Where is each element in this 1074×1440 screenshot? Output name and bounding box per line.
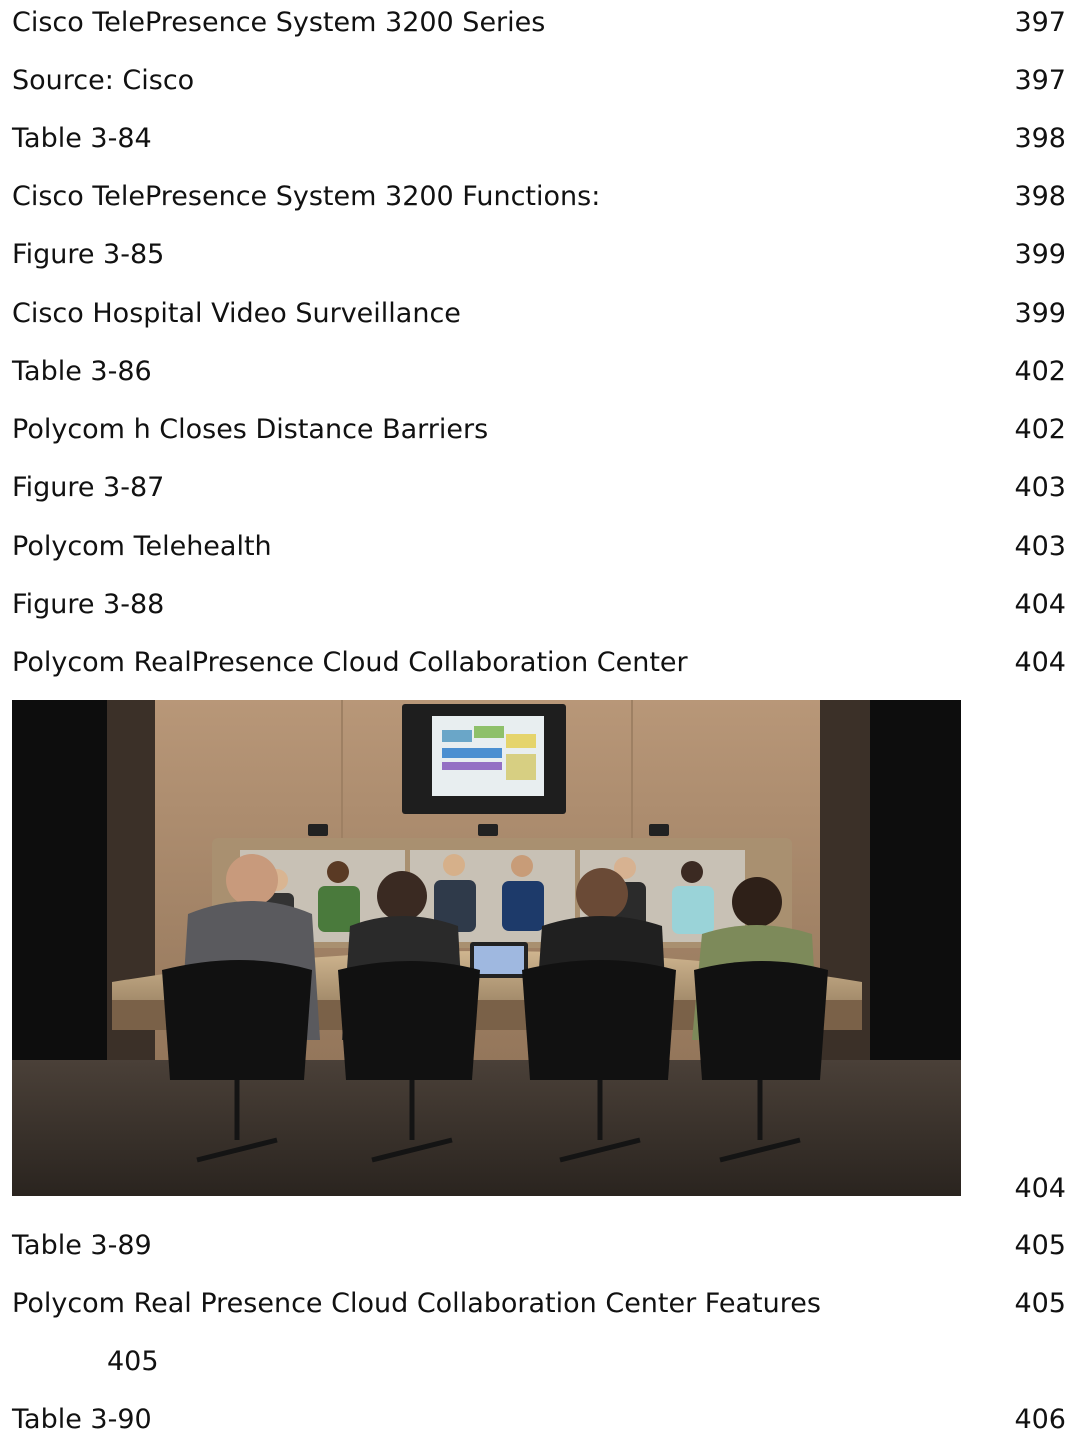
toc-entry[interactable]: Polycom Real Presence Cloud Collaboratio…: [12, 1284, 1066, 1324]
toc-entry-page: 398: [1014, 123, 1066, 154]
toc-entry-page: 397: [1014, 65, 1066, 96]
toc-entry[interactable]: Figure 3-87 403: [12, 468, 1066, 508]
toc-entry[interactable]: Table 3-90 406: [12, 1400, 1066, 1440]
toc-entry-label: Figure 3-85: [12, 239, 165, 270]
toc-entry-label: Table 3-84: [12, 123, 152, 154]
toc-entry-label: Cisco TelePresence System 3200 Functions…: [12, 181, 601, 212]
image-page-number: 404: [1014, 1173, 1066, 1204]
toc-entry-page: 403: [1014, 531, 1066, 562]
toc-entry-page: 399: [1014, 239, 1066, 270]
toc-entry[interactable]: Polycom Telehealth 403: [12, 527, 1066, 567]
toc-entry-label: Polycom Telehealth: [12, 531, 272, 562]
toc-entry-page: 405: [1014, 1288, 1066, 1319]
toc-entry-label: Polycom h Closes Distance Barriers: [12, 414, 489, 445]
toc-entry[interactable]: Polycom h Closes Distance Barriers 402: [12, 410, 1066, 450]
toc-entry-label: Cisco Hospital Video Surveillance: [12, 298, 461, 329]
toc-entry[interactable]: Cisco TelePresence System 3200 Functions…: [12, 177, 1066, 217]
toc-entry-page: 405: [1014, 1230, 1066, 1261]
toc-entry-page: 404: [1014, 589, 1066, 620]
toc-entry[interactable]: Table 3-86 402: [12, 352, 1066, 392]
toc-entry[interactable]: Polycom RealPresence Cloud Collaboration…: [12, 643, 1066, 683]
toc-entry-page: 403: [1014, 472, 1066, 503]
toc-entry-label: Table 3-89: [12, 1230, 152, 1261]
toc-entry-page: 406: [1014, 1404, 1066, 1435]
toc-entry-label: Table 3-90: [12, 1404, 152, 1435]
toc-entry-label: Source: Cisco: [12, 65, 195, 96]
toc-entry[interactable]: Figure 3-85 399: [12, 235, 1066, 275]
toc-entry-page: 399: [1014, 298, 1066, 329]
telepresence-room-photo: [12, 700, 961, 1196]
toc-entry-page: 397: [1014, 7, 1066, 38]
toc-entry-label: Cisco TelePresence System 3200 Series: [12, 7, 546, 38]
toc-entry-label: Figure 3-87: [12, 472, 165, 503]
toc-entry[interactable]: Table 3-84 398: [12, 119, 1066, 159]
toc-entry-label: Polycom Real Presence Cloud Collaboratio…: [12, 1288, 821, 1319]
indented-page-number: 405: [107, 1346, 159, 1377]
toc-entry-label: Table 3-86: [12, 356, 152, 387]
toc-entry[interactable]: Cisco TelePresence System 3200 Series 39…: [12, 3, 1066, 43]
toc-entry-label: Polycom RealPresence Cloud Collaboration…: [12, 647, 688, 678]
toc-entry[interactable]: Source: Cisco 397: [12, 61, 1066, 101]
toc-entry-page: 402: [1014, 414, 1066, 445]
toc-entry[interactable]: Table 3-89 405: [12, 1226, 1066, 1266]
toc-entry-page: 402: [1014, 356, 1066, 387]
toc-entry-page: 398: [1014, 181, 1066, 212]
toc-entry-page: 404: [1014, 647, 1066, 678]
toc-entry[interactable]: Cisco Hospital Video Surveillance 399: [12, 294, 1066, 334]
photo-illustration: [12, 700, 961, 1196]
toc-entry-label: Figure 3-88: [12, 589, 165, 620]
toc-entry[interactable]: Figure 3-88 404: [12, 585, 1066, 625]
